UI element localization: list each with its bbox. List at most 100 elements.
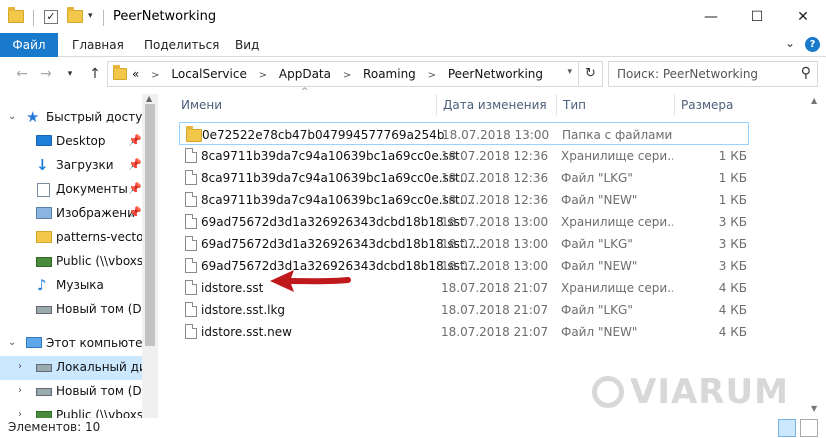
file-date: 18.07.2018 21:07 <box>441 325 549 339</box>
file-list-scrollbar[interactable]: ▲ ▼ <box>806 94 824 418</box>
file-type: Файл "LKG" <box>561 303 633 317</box>
search-box[interactable]: ⚲ <box>608 61 818 87</box>
nav-label: patterns-vector- <box>56 230 142 244</box>
help-icon[interactable]: ? <box>805 37 820 52</box>
nav-downloads[interactable]: ↓ Загрузки 📌 <box>0 154 142 178</box>
recent-locations-icon[interactable]: ▾ <box>60 64 80 84</box>
table-row[interactable]: 69ad75672d3d1a326926343dcbd18b18.sst 18.… <box>179 210 749 233</box>
file-date: 18.07.2018 12:36 <box>441 149 549 163</box>
tab-file[interactable]: Файл <box>0 33 58 57</box>
chevron-down-icon[interactable]: ⌄ <box>8 111 16 122</box>
chevron-right-icon[interactable]: › <box>18 385 22 396</box>
drive-icon <box>36 388 52 396</box>
window-title: PeerNetworking <box>113 9 217 24</box>
file-icon <box>185 302 197 317</box>
file-size: 1 КБ <box>718 149 747 163</box>
scroll-up-icon[interactable]: ▲ <box>146 94 152 103</box>
nav-scrollbar[interactable]: ▲ <box>142 94 158 418</box>
breadcrumb-roaming[interactable]: Roaming <box>363 67 416 81</box>
tab-share[interactable]: Поделиться <box>144 33 219 57</box>
minimize-icon[interactable]: — <box>688 0 734 33</box>
table-row[interactable]: 69ad75672d3d1a326926343dcbd18b18.sst....… <box>179 232 749 255</box>
details-view-icon[interactable] <box>778 419 796 437</box>
desktop-icon <box>36 135 52 146</box>
file-size: 3 КБ <box>718 237 747 251</box>
nav-patterns-folder[interactable]: patterns-vector- <box>0 226 142 250</box>
nav-volume-d-pc[interactable]: › Новый том (D:) <box>0 380 142 404</box>
forward-icon[interactable]: → <box>36 64 56 84</box>
file-name: 8ca9711b39da7c94a10639bc1a69cc0e.sst.... <box>201 171 475 185</box>
scroll-down-icon[interactable]: ▼ <box>811 404 817 413</box>
search-input[interactable] <box>617 66 787 82</box>
back-icon[interactable]: ← <box>12 64 32 84</box>
folder-icon <box>113 65 127 80</box>
scroll-thumb[interactable] <box>145 104 155 346</box>
nav-public-share[interactable]: Public (\\vboxsrv <box>0 250 142 274</box>
nav-pictures[interactable]: Изображени 📌 <box>0 202 142 226</box>
breadcrumb-appdata[interactable]: AppData <box>279 67 331 81</box>
nav-documents[interactable]: Документы 📌 <box>0 178 142 202</box>
file-icon <box>185 148 197 163</box>
scroll-up-icon[interactable]: ▲ <box>811 96 817 105</box>
table-row[interactable]: 8ca9711b39da7c94a10639bc1a69cc0e.sst....… <box>179 166 749 189</box>
new-folder-icon[interactable] <box>67 7 83 23</box>
divider <box>33 10 34 26</box>
table-row[interactable]: 0e72522e78cb47b047994577769a254b 18.07.2… <box>179 122 749 145</box>
nav-label: Документы <box>56 182 128 196</box>
nav-music[interactable]: ♪ Музыка <box>0 274 142 298</box>
up-icon[interactable]: ↑ <box>85 64 105 84</box>
column-header-date[interactable]: Дата изменения <box>437 94 557 116</box>
table-row[interactable]: idstore.sst 18.07.2018 21:07 Хранилище с… <box>179 276 749 299</box>
nav-local-disk[interactable]: › Локальный дис <box>0 356 142 380</box>
chevron-right-icon[interactable]: › <box>18 361 22 372</box>
table-row[interactable]: 8ca9711b39da7c94a10639bc1a69cc0e.sst 18.… <box>179 144 749 167</box>
chevron-right-icon: > <box>258 70 268 81</box>
nav-volume-d[interactable]: Новый том (D:) <box>0 298 142 322</box>
folder-icon <box>36 231 52 243</box>
column-header-name[interactable]: Имени <box>175 94 437 116</box>
nav-this-pc[interactable]: ⌄ Этот компьютер <box>0 332 142 356</box>
table-row[interactable]: idstore.sst.lkg 18.07.2018 21:07 Файл "L… <box>179 298 749 321</box>
tab-view[interactable]: Вид <box>235 33 259 57</box>
close-icon[interactable]: ✕ <box>780 0 826 33</box>
large-icons-view-icon[interactable] <box>800 419 818 437</box>
file-size: 4 КБ <box>718 303 747 317</box>
file-date: 18.07.2018 12:36 <box>441 171 549 185</box>
chevron-right-icon[interactable]: › <box>18 409 22 418</box>
tab-home[interactable]: Главная <box>72 33 124 57</box>
download-icon: ↓ <box>36 156 49 174</box>
file-icon <box>185 236 197 251</box>
nav-label: Новый том (D:) <box>56 384 142 398</box>
drive-icon <box>36 364 52 372</box>
breadcrumb-overflow[interactable]: « <box>132 67 139 81</box>
table-row[interactable]: 69ad75672d3d1a326926343dcbd18b18.sst....… <box>179 254 749 277</box>
nav-public-share-pc[interactable]: › Public (\\vboxsr <box>0 404 142 418</box>
chevron-right-icon: > <box>342 70 352 81</box>
maximize-icon[interactable]: ☐ <box>734 0 780 33</box>
properties-icon[interactable]: ✓ <box>44 10 58 24</box>
network-drive-icon <box>36 257 52 267</box>
table-row[interactable]: 8ca9711b39da7c94a10639bc1a69cc0e.sst....… <box>179 188 749 211</box>
column-header-type[interactable]: Тип <box>557 94 675 116</box>
table-row[interactable]: idstore.sst.new 18.07.2018 21:07 Файл "N… <box>179 320 749 343</box>
file-name: idstore.sst.lkg <box>201 303 286 317</box>
customize-toolbar-icon[interactable]: ▾ <box>88 11 93 21</box>
breadcrumb: « > LocalService > AppData > Roaming > P… <box>132 67 543 81</box>
nav-quick-access[interactable]: ⌄ ★ Быстрый доступ <box>0 106 142 130</box>
file-date: 18.07.2018 13:00 <box>442 128 550 142</box>
file-size: 1 КБ <box>718 171 747 185</box>
star-icon: ★ <box>26 108 40 126</box>
search-icon[interactable]: ⚲ <box>801 65 811 81</box>
breadcrumb-localservice[interactable]: LocalService <box>171 67 246 81</box>
chevron-right-icon: > <box>427 70 437 81</box>
file-size: 4 КБ <box>718 281 747 295</box>
breadcrumb-peernetworking[interactable]: PeerNetworking <box>448 67 543 81</box>
column-header-size[interactable]: Размера <box>675 94 751 116</box>
chevron-down-icon[interactable]: ▾ <box>567 67 572 77</box>
chevron-down-icon[interactable]: ⌄ <box>8 337 16 348</box>
address-bar[interactable]: « > LocalService > AppData > Roaming > P… <box>107 61 579 87</box>
expand-ribbon-icon[interactable]: ⌄ <box>785 36 795 50</box>
nav-desktop[interactable]: Desktop 📌 <box>0 130 142 154</box>
refresh-icon[interactable]: ↻ <box>579 61 603 87</box>
file-size: 1 КБ <box>718 193 747 207</box>
